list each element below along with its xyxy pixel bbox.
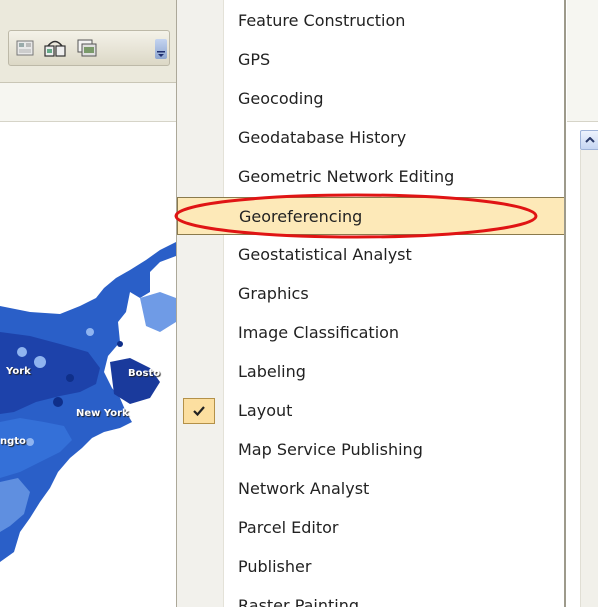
menu-item-georeferencing[interactable]: Georeferencing xyxy=(177,197,564,235)
toolbar-tool-button[interactable] xyxy=(43,37,67,59)
menu-item-label: Publisher xyxy=(238,557,312,576)
menu-item-geocoding[interactable]: Geocoding xyxy=(177,80,564,118)
toolbar-overflow-button[interactable] xyxy=(155,39,167,59)
toolbar-strip xyxy=(8,30,170,66)
menu-item-label: Geodatabase History xyxy=(238,128,407,147)
menu-item-feature-construction[interactable]: Feature Construction xyxy=(177,2,564,40)
map-canvas xyxy=(0,242,176,562)
map-label: ngto xyxy=(0,436,26,447)
map-label: York xyxy=(6,366,31,377)
toolbar-window-button[interactable] xyxy=(75,37,99,59)
menu-item-map-service-publishing[interactable]: Map Service Publishing xyxy=(177,431,564,469)
toolbar-band xyxy=(0,83,176,122)
main-toolbar xyxy=(0,0,176,83)
menu-item-raster-painting[interactable]: Raster Painting xyxy=(177,587,564,607)
toolbar-tool-icon xyxy=(44,40,66,57)
menu-item-network-analyst[interactable]: Network Analyst xyxy=(177,470,564,508)
menu-item-label: Network Analyst xyxy=(238,479,370,498)
menu-item-image-classification[interactable]: Image Classification xyxy=(177,314,564,352)
scrollbar-track[interactable] xyxy=(580,150,598,607)
menu-item-label: GPS xyxy=(238,50,271,69)
toolbars-menu: Feature Construction GPS Geocoding Geodatab… xyxy=(176,0,566,607)
menu-item-label: Image Classification xyxy=(238,323,400,342)
menu-item-label: Graphics xyxy=(238,284,309,303)
toolbar-window-icon xyxy=(77,39,97,57)
map-label: New York xyxy=(76,408,129,419)
menu-item-label: Labeling xyxy=(238,362,306,381)
menu-item-label: Georeferencing xyxy=(239,207,363,226)
right-toolbar-band xyxy=(567,0,598,122)
menu-item-label: Geostatistical Analyst xyxy=(238,245,412,264)
menu-item-label: Feature Construction xyxy=(238,11,406,30)
menu-item-publisher[interactable]: Publisher xyxy=(177,548,564,586)
menu-item-parcel-editor[interactable]: Parcel Editor xyxy=(177,509,564,547)
check-icon xyxy=(193,406,205,417)
map-label: Bosto xyxy=(128,368,161,379)
scroll-up-button[interactable] xyxy=(580,130,598,150)
menu-item-geostatistical-analyst[interactable]: Geostatistical Analyst xyxy=(177,236,564,274)
menu-item-geodatabase-history[interactable]: Geodatabase History xyxy=(177,119,564,157)
menu-item-label: Geocoding xyxy=(238,89,324,108)
menu-item-labeling[interactable]: Labeling xyxy=(177,353,564,391)
menu-item-label: Geometric Network Editing xyxy=(238,167,455,186)
catalog-icon xyxy=(16,40,34,56)
menu-item-label: Raster Painting xyxy=(238,596,360,607)
menu-item-geometric-network-editing[interactable]: Geometric Network Editing xyxy=(177,158,564,196)
menu-item-layout[interactable]: Layout xyxy=(177,392,564,430)
menu-item-label: Map Service Publishing xyxy=(238,440,423,459)
menu-item-label: Layout xyxy=(238,401,293,420)
map-view[interactable]: York Bosto New York ngto xyxy=(0,122,176,607)
scroll-up-arrow-icon xyxy=(585,137,595,143)
menu-item-label: Parcel Editor xyxy=(238,518,339,537)
catalog-button[interactable] xyxy=(13,37,37,59)
toolbar-overflow-icon xyxy=(157,51,165,57)
menu-item-graphics[interactable]: Graphics xyxy=(177,275,564,313)
right-window-edge xyxy=(567,0,598,607)
check-mark xyxy=(183,398,215,424)
menu-item-gps[interactable]: GPS xyxy=(177,41,564,79)
